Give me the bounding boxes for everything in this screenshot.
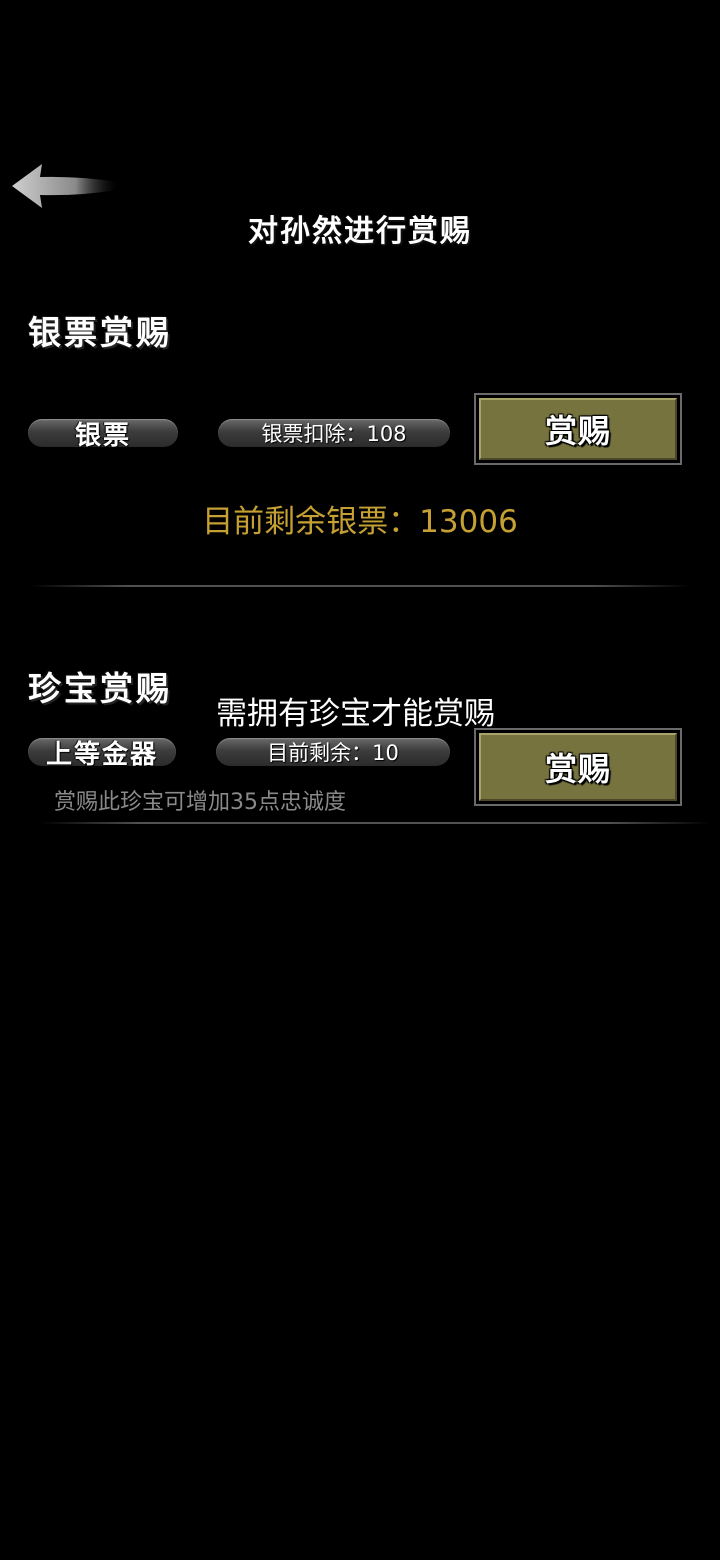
treasure-requirement-text: 需拥有珍宝才能赏赐 xyxy=(216,696,495,732)
silver-remaining-text: 目前剩余银票：13006 xyxy=(202,504,518,540)
silver-reward-button[interactable]: 赏赐 xyxy=(474,393,682,465)
section-divider xyxy=(30,585,690,587)
treasure-item-label: 上等金器 xyxy=(28,738,176,770)
back-arrow-icon xyxy=(12,164,118,208)
treasure-reward-button-label: 赏赐 xyxy=(479,733,677,801)
silver-section-title: 银票赏赐 xyxy=(28,313,172,352)
treasure-reward-button[interactable]: 赏赐 xyxy=(474,728,682,806)
section-divider-bottom xyxy=(40,822,710,824)
treasure-hint-text: 赏赐此珍宝可增加35点忠诚度 xyxy=(54,790,346,815)
silver-item-label: 银票 xyxy=(28,419,178,451)
treasure-remaining-info: 目前剩余：10 xyxy=(216,738,450,766)
treasure-section-title: 珍宝赏赐 xyxy=(28,669,172,708)
silver-deduct-info: 银票扣除：108 xyxy=(218,419,450,447)
page-title: 对孙然进行赏赐 xyxy=(248,214,472,249)
silver-reward-button-label: 赏赐 xyxy=(479,398,677,460)
back-button[interactable] xyxy=(10,162,120,210)
